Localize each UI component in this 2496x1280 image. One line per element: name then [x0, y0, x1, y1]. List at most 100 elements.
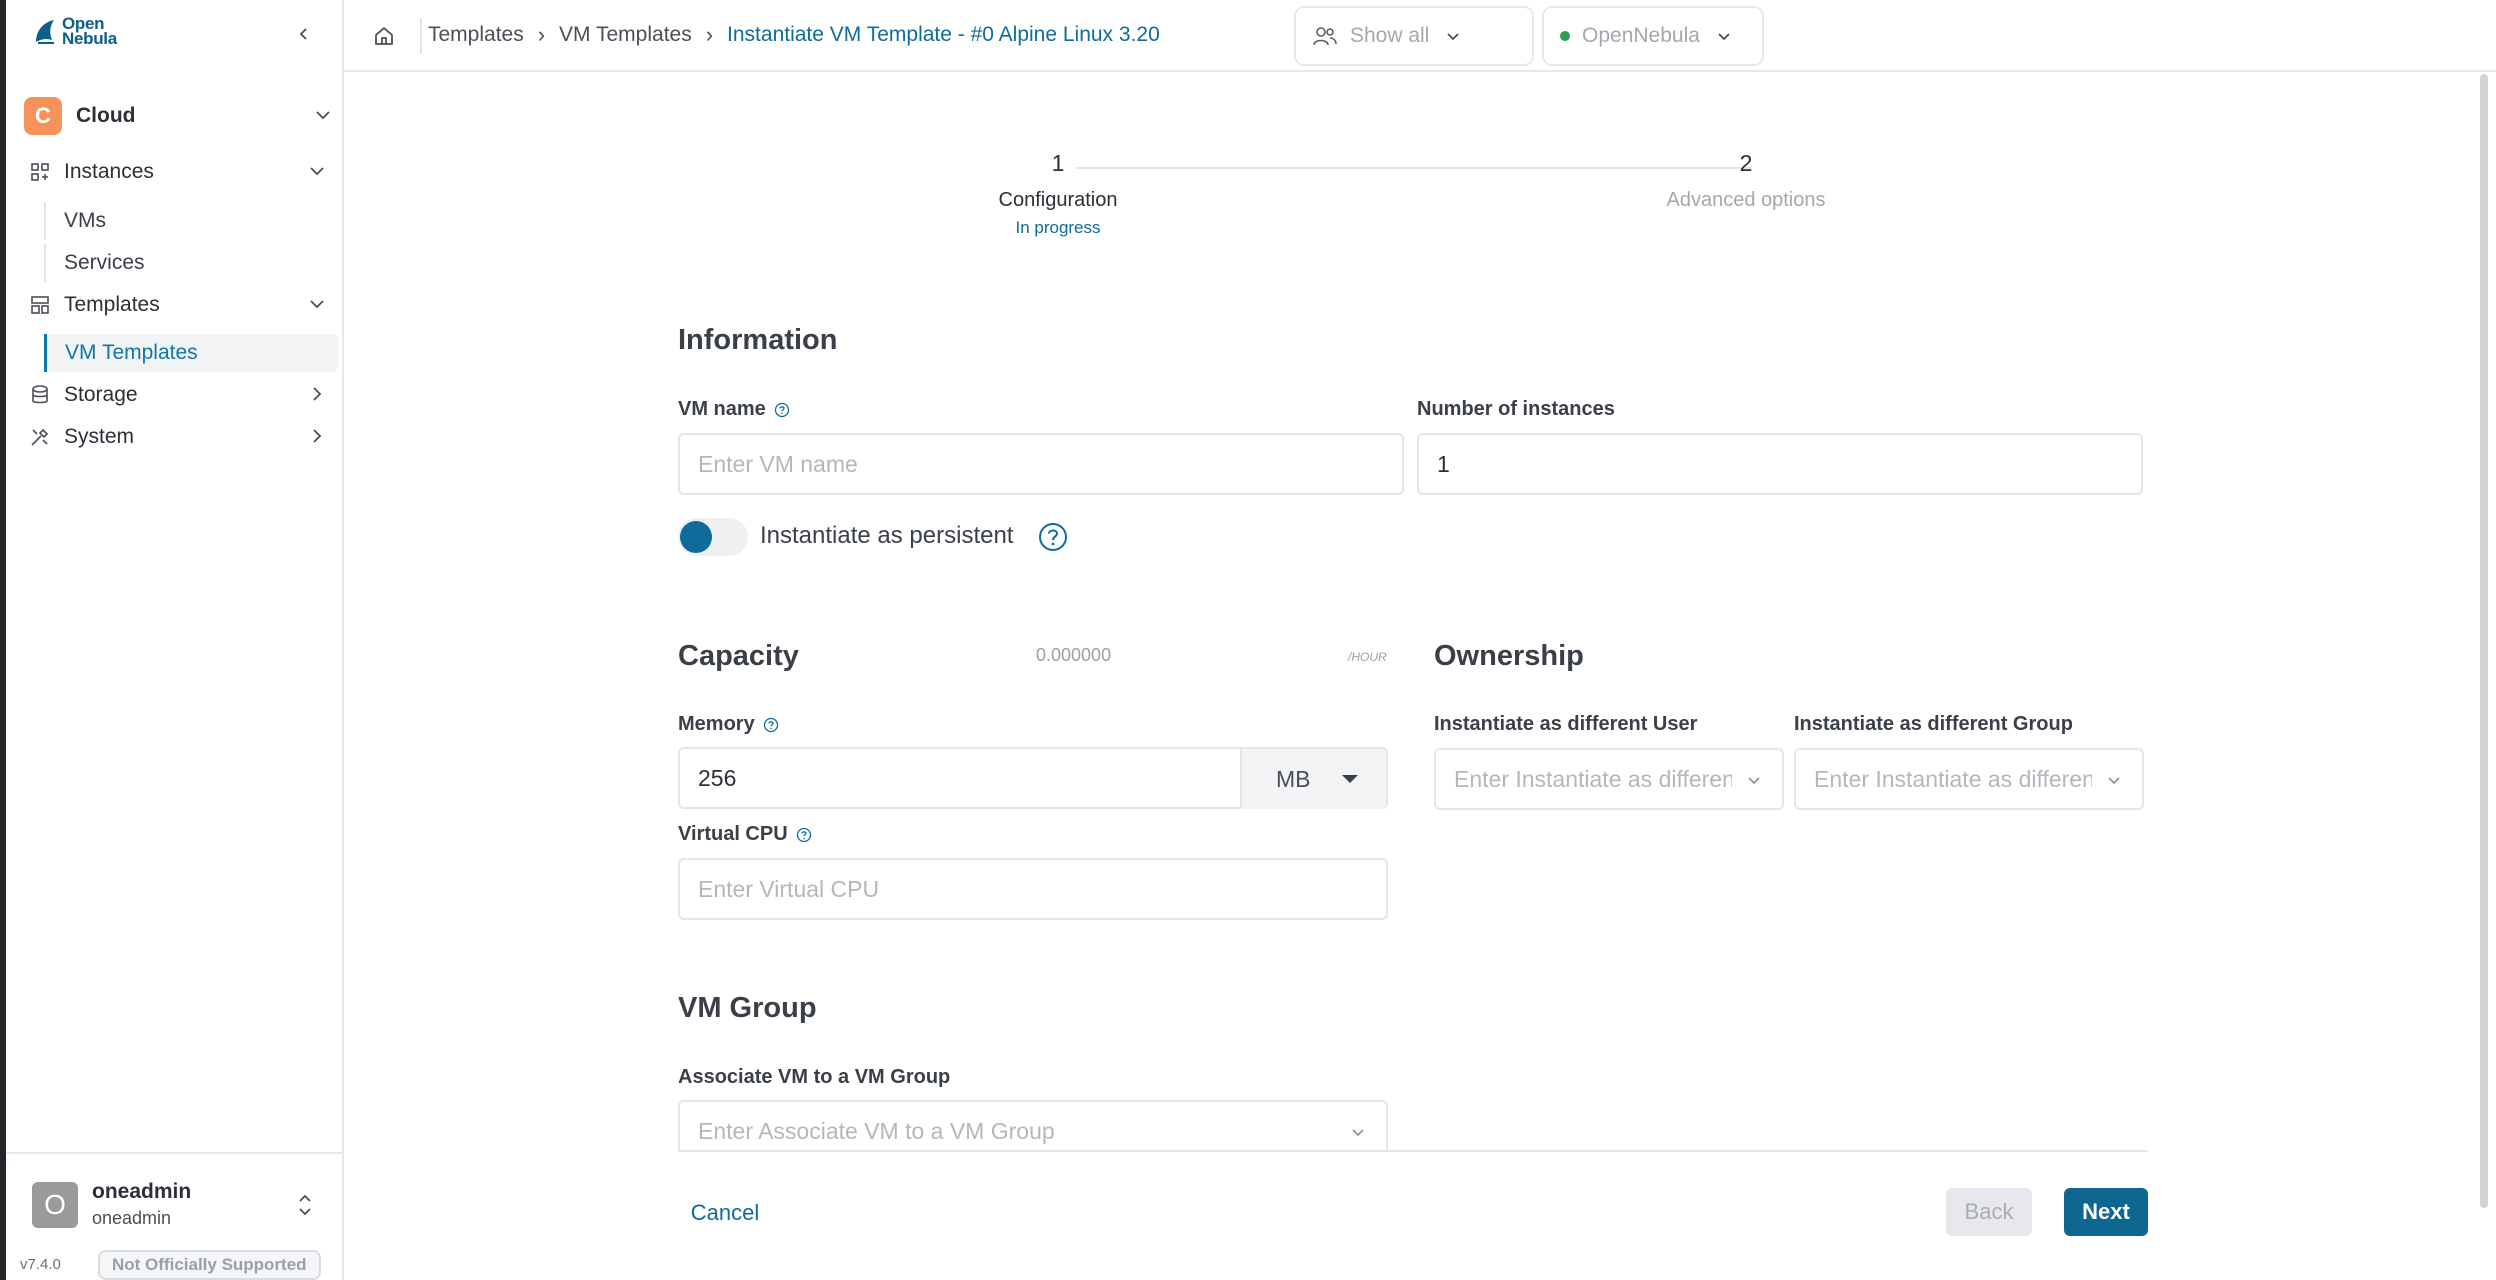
support-badge: Not Officially Supported — [98, 1250, 321, 1280]
sidebar-section-label: Storage — [64, 383, 138, 406]
user-menu[interactable]: O oneadmin oneadmin v7.4.0 Not Officiall… — [6, 1152, 342, 1280]
group-label: Cloud — [76, 104, 136, 127]
group-selector[interactable]: C Cloud — [24, 96, 338, 136]
logo-line2: Nebula — [62, 29, 117, 48]
vm-name-label-text: VM name — [678, 398, 766, 420]
chevron-up-down-icon[interactable] — [296, 1192, 314, 1218]
vcpu-label-text: Virtual CPU — [678, 823, 788, 845]
logo-text: Open Nebula — [62, 15, 117, 48]
vm-name-placeholder: Enter VM name — [698, 450, 858, 477]
next-button[interactable]: Next — [2064, 1188, 2148, 1236]
sidebar-item-vm-templates[interactable]: VM Templates — [44, 334, 338, 372]
vm-group-label-text: Associate VM to a VM Group — [678, 1066, 951, 1088]
instances-value: 1 — [1437, 450, 1450, 477]
chevron-down-icon — [310, 167, 324, 176]
divider — [420, 18, 422, 54]
chevron-down-icon — [2108, 777, 2120, 785]
step-advanced-options[interactable]: 2 Advanced options — [1646, 150, 1846, 212]
sidebar-section-templates[interactable]: Templates — [28, 285, 338, 325]
help-icon[interactable] — [796, 827, 812, 843]
toggle-knob — [680, 521, 712, 553]
tools-icon — [28, 425, 52, 449]
filter-label: Show all — [1350, 24, 1430, 47]
vm-group-placeholder: Enter Associate VM to a VM Group — [698, 1118, 1055, 1144]
memory-unit: MB — [1276, 765, 1311, 792]
help-icon[interactable] — [763, 717, 779, 733]
zone-select[interactable]: OpenNebula — [1542, 6, 1764, 66]
collapse-sidebar-button[interactable] — [290, 20, 318, 48]
memory-unit-select[interactable]: MB — [1240, 749, 1386, 809]
chevron-right-icon: › — [705, 22, 714, 47]
stepper: 1 Configuration In progress 2 Advanced o… — [958, 150, 1826, 250]
section-title-vm-group: VM Group — [678, 992, 817, 1024]
breadcrumb-templates[interactable]: Templates — [428, 23, 524, 47]
different-user-label: Instantiate as different User — [1434, 713, 1697, 736]
help-icon[interactable] — [1038, 522, 1068, 557]
top-bar: Templates › VM Templates › Instantiate V… — [344, 0, 2496, 72]
chevron-down-icon — [1352, 1129, 1364, 1137]
vcpu-placeholder: Enter Virtual CPU — [698, 875, 880, 902]
template-icon — [28, 293, 52, 317]
opennebula-logo[interactable]: Open Nebula — [32, 15, 117, 48]
cancel-button[interactable]: Cancel — [678, 1190, 772, 1236]
home-icon — [375, 27, 393, 45]
memory-value: 256 — [698, 764, 737, 791]
sidebar-section-instances[interactable]: Instances — [28, 152, 338, 192]
vm-group-label: Associate VM to a VM Group — [678, 1066, 950, 1089]
sidebar: Open Nebula C Cloud Instances VMs Servic… — [6, 0, 344, 1280]
scrollbar[interactable] — [2480, 74, 2488, 1208]
step-title: Advanced options — [1666, 189, 1826, 211]
different-user-select[interactable]: Enter Instantiate as different User — [1434, 748, 1784, 810]
capacity-cost-unit: /HOUR — [1348, 650, 1387, 664]
persistent-label-text: Instantiate as persistent — [760, 522, 1014, 549]
avatar: O — [32, 1182, 78, 1228]
different-group-label: Instantiate as different Group — [1794, 713, 2073, 736]
chevron-down-icon — [1718, 33, 1730, 41]
sidebar-item-services[interactable]: Services — [44, 244, 338, 282]
section-title-capacity: Capacity — [678, 640, 799, 672]
step-configuration[interactable]: 1 Configuration In progress — [958, 150, 1158, 238]
instances-label-text: Number of instances — [1417, 398, 1615, 420]
zone-status-dot — [1560, 31, 1570, 41]
different-group-placeholder: Enter Instantiate as different Group — [1814, 765, 2092, 792]
vm-group-select[interactable]: Enter Associate VM to a VM Group — [678, 1100, 1388, 1150]
user-name: oneadmin — [92, 1180, 192, 1203]
home-button[interactable] — [368, 20, 400, 52]
vm-name-label: VM name — [678, 398, 790, 421]
vcpu-label: Virtual CPU — [678, 823, 812, 846]
instances-input[interactable]: 1 — [1417, 433, 2143, 495]
sidebar-section-label: Instances — [64, 160, 154, 183]
breadcrumb-current: Instantiate VM Template - #0 Alpine Linu… — [727, 23, 1160, 46]
different-group-select[interactable]: Enter Instantiate as different Group — [1794, 748, 2144, 810]
sidebar-section-storage[interactable]: Storage — [28, 375, 338, 415]
chevron-right-icon — [313, 387, 322, 401]
section-title-ownership: Ownership — [1434, 640, 1584, 672]
vcpu-input[interactable]: Enter Virtual CPU — [678, 858, 1388, 920]
help-icon[interactable] — [774, 402, 790, 418]
sidebar-section-system[interactable]: System — [28, 417, 338, 457]
vm-name-input[interactable]: Enter VM name — [678, 433, 1404, 495]
chevron-down-icon — [310, 300, 324, 309]
back-button[interactable]: Back — [1946, 1188, 2032, 1236]
memory-label-text: Memory — [678, 713, 755, 735]
chevron-down-icon — [316, 111, 330, 120]
logo-icon — [36, 20, 54, 44]
chevron-down-icon — [1748, 777, 1760, 785]
breadcrumb: Templates › VM Templates › Instantiate V… — [428, 22, 1160, 48]
chevron-down-icon — [1447, 33, 1460, 41]
users-icon — [1313, 27, 1337, 46]
grid-icon — [28, 160, 52, 184]
filter-select[interactable]: Show all — [1294, 6, 1534, 66]
step-number: 1 — [1051, 150, 1065, 176]
persistent-toggle[interactable] — [678, 518, 748, 556]
group-avatar: C — [24, 97, 62, 135]
sidebar-item-vms[interactable]: VMs — [44, 202, 338, 240]
step-number: 2 — [1739, 150, 1753, 176]
different-user-label-text: Instantiate as different User — [1434, 713, 1698, 735]
user-group: oneadmin — [92, 1208, 172, 1228]
chevron-right-icon — [313, 429, 322, 443]
breadcrumb-vm-templates[interactable]: VM Templates — [559, 23, 692, 47]
chevron-right-icon: › — [537, 22, 546, 47]
chevron-left-icon — [299, 28, 307, 40]
step-title: Configuration — [998, 189, 1118, 211]
